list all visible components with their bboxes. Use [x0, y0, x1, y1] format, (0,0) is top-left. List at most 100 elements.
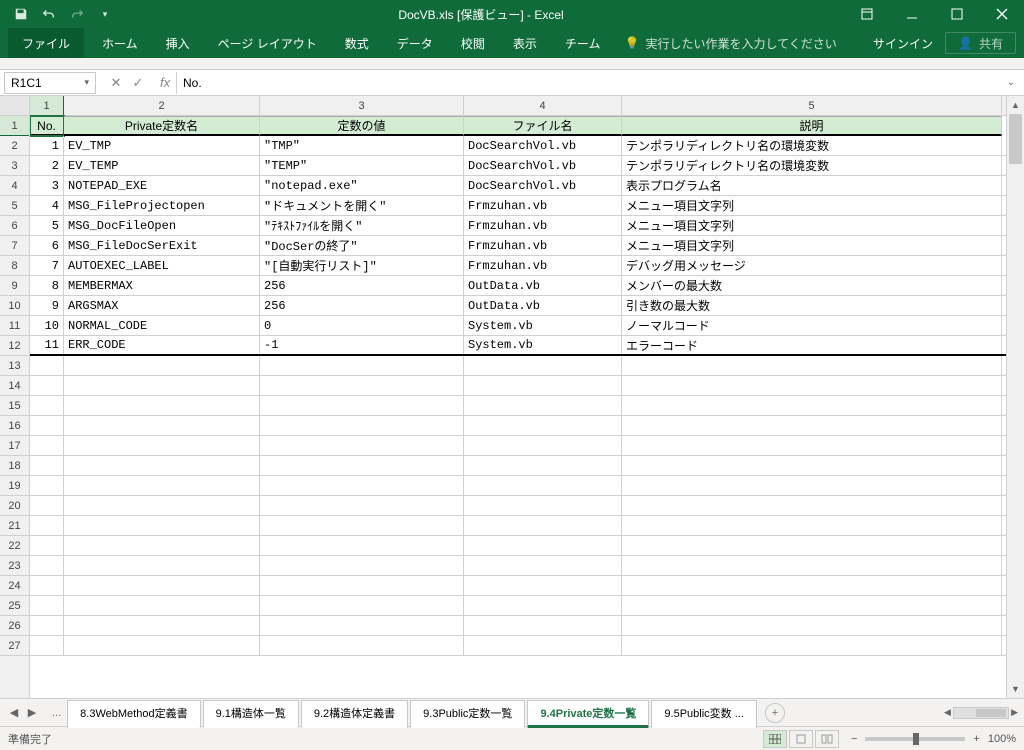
cell[interactable] — [30, 376, 64, 395]
cell[interactable]: 0 — [260, 316, 464, 335]
cell[interactable] — [622, 476, 1002, 495]
cell[interactable]: ARGSMAX — [64, 296, 260, 315]
cell[interactable]: メニュー項目文字列 — [622, 196, 1002, 215]
select-all-button[interactable] — [0, 96, 29, 116]
cell[interactable]: 定数の値 — [260, 116, 464, 136]
cell[interactable] — [260, 516, 464, 535]
cell[interactable]: 引き数の最大数 — [622, 296, 1002, 315]
row-header[interactable]: 13 — [0, 356, 29, 376]
cell[interactable] — [30, 516, 64, 535]
zoom-slider[interactable] — [865, 737, 965, 741]
cell[interactable] — [64, 396, 260, 415]
cell[interactable]: 4 — [30, 196, 64, 215]
minimize-button[interactable] — [889, 0, 934, 28]
cell[interactable]: "DocSerの終了" — [260, 236, 464, 255]
row-header[interactable]: 17 — [0, 436, 29, 456]
cell[interactable]: Frmzuhan.vb — [464, 196, 622, 215]
cell[interactable] — [622, 576, 1002, 595]
ribbon-tab[interactable]: データ — [383, 28, 447, 58]
row-header[interactable]: 7 — [0, 236, 29, 256]
cell[interactable] — [30, 576, 64, 595]
column-header[interactable]: 2 — [64, 96, 260, 115]
row-header[interactable]: 14 — [0, 376, 29, 396]
cell[interactable] — [622, 516, 1002, 535]
hscroll-left-icon[interactable]: ◀ — [944, 707, 951, 718]
sheet-tab[interactable]: 9.2構造体定義書 — [301, 700, 408, 728]
column-header[interactable]: 1 — [30, 96, 64, 115]
row-header[interactable]: 22 — [0, 536, 29, 556]
cancel-icon[interactable]: ✕ — [108, 75, 124, 91]
cell[interactable]: 5 — [30, 216, 64, 235]
tab-overflow-icon[interactable]: ... — [46, 707, 67, 719]
cell[interactable]: EV_TMP — [64, 136, 260, 155]
cell[interactable] — [260, 616, 464, 635]
cell[interactable]: NORMAL_CODE — [64, 316, 260, 335]
maximize-button[interactable] — [934, 0, 979, 28]
row-header[interactable]: 23 — [0, 556, 29, 576]
cell[interactable] — [30, 436, 64, 455]
cell[interactable] — [30, 536, 64, 555]
cell[interactable] — [464, 516, 622, 535]
undo-button[interactable] — [36, 3, 62, 25]
cell[interactable]: "ﾃｷｽﾄﾌｧｲﾙを開く" — [260, 216, 464, 235]
cell[interactable] — [622, 596, 1002, 615]
name-box[interactable]: R1C1 ▾ — [4, 72, 96, 94]
cell[interactable]: AUTOEXEC_LABEL — [64, 256, 260, 275]
cell[interactable]: NOTEPAD_EXE — [64, 176, 260, 195]
tab-prev-icon[interactable]: ◀ — [6, 706, 22, 719]
row-header[interactable]: 18 — [0, 456, 29, 476]
cell[interactable]: ファイル名 — [464, 116, 622, 136]
cell[interactable] — [30, 496, 64, 515]
scroll-down-icon[interactable]: ▼ — [1007, 680, 1024, 698]
cell[interactable]: DocSearchVol.vb — [464, 136, 622, 155]
enter-icon[interactable]: ✓ — [130, 75, 146, 91]
cell[interactable] — [260, 576, 464, 595]
row-header[interactable]: 10 — [0, 296, 29, 316]
cell[interactable] — [260, 396, 464, 415]
sheet-tab[interactable]: 9.4Private定数一覧 — [527, 700, 649, 728]
cell[interactable]: MEMBERMAX — [64, 276, 260, 295]
cell[interactable] — [64, 596, 260, 615]
cell[interactable]: 9 — [30, 296, 64, 315]
cell[interactable]: MSG_DocFileOpen — [64, 216, 260, 235]
row-header[interactable]: 1 — [0, 116, 29, 136]
redo-button[interactable] — [64, 3, 90, 25]
cell[interactable] — [464, 476, 622, 495]
cell[interactable] — [260, 436, 464, 455]
cell[interactable] — [30, 456, 64, 475]
share-button[interactable]: 👤 共有 — [945, 32, 1016, 54]
cell[interactable] — [30, 396, 64, 415]
cell[interactable] — [464, 436, 622, 455]
add-sheet-button[interactable]: + — [765, 703, 785, 723]
cell[interactable] — [464, 556, 622, 575]
cell[interactable] — [260, 556, 464, 575]
cell[interactable]: Frmzuhan.vb — [464, 256, 622, 275]
formula-input[interactable] — [177, 72, 1004, 94]
row-header[interactable]: 19 — [0, 476, 29, 496]
cell[interactable] — [30, 596, 64, 615]
cell[interactable] — [622, 356, 1002, 375]
cell[interactable] — [622, 536, 1002, 555]
cell[interactable] — [464, 576, 622, 595]
sheet-tab[interactable]: 8.3WebMethod定義書 — [67, 700, 200, 728]
cell[interactable]: "notepad.exe" — [260, 176, 464, 195]
cell[interactable] — [64, 576, 260, 595]
cell[interactable] — [64, 356, 260, 375]
cell[interactable] — [622, 416, 1002, 435]
cell[interactable]: 10 — [30, 316, 64, 335]
cell[interactable] — [464, 536, 622, 555]
sheet-tab[interactable]: 9.1構造体一覧 — [203, 700, 299, 728]
tab-next-icon[interactable]: ▶ — [24, 706, 40, 719]
cell[interactable] — [260, 476, 464, 495]
row-header[interactable]: 4 — [0, 176, 29, 196]
cell[interactable]: メンバーの最大数 — [622, 276, 1002, 295]
cell[interactable]: OutData.vb — [464, 296, 622, 315]
cell[interactable]: EV_TEMP — [64, 156, 260, 175]
page-break-button[interactable] — [815, 730, 839, 748]
cell[interactable]: Private定数名 — [64, 116, 260, 136]
cell[interactable]: テンポラリディレクトリ名の環境変数 — [622, 156, 1002, 175]
cell[interactable] — [622, 376, 1002, 395]
row-header[interactable]: 15 — [0, 396, 29, 416]
cell[interactable]: MSG_FileDocSerExit — [64, 236, 260, 255]
row-header[interactable]: 6 — [0, 216, 29, 236]
